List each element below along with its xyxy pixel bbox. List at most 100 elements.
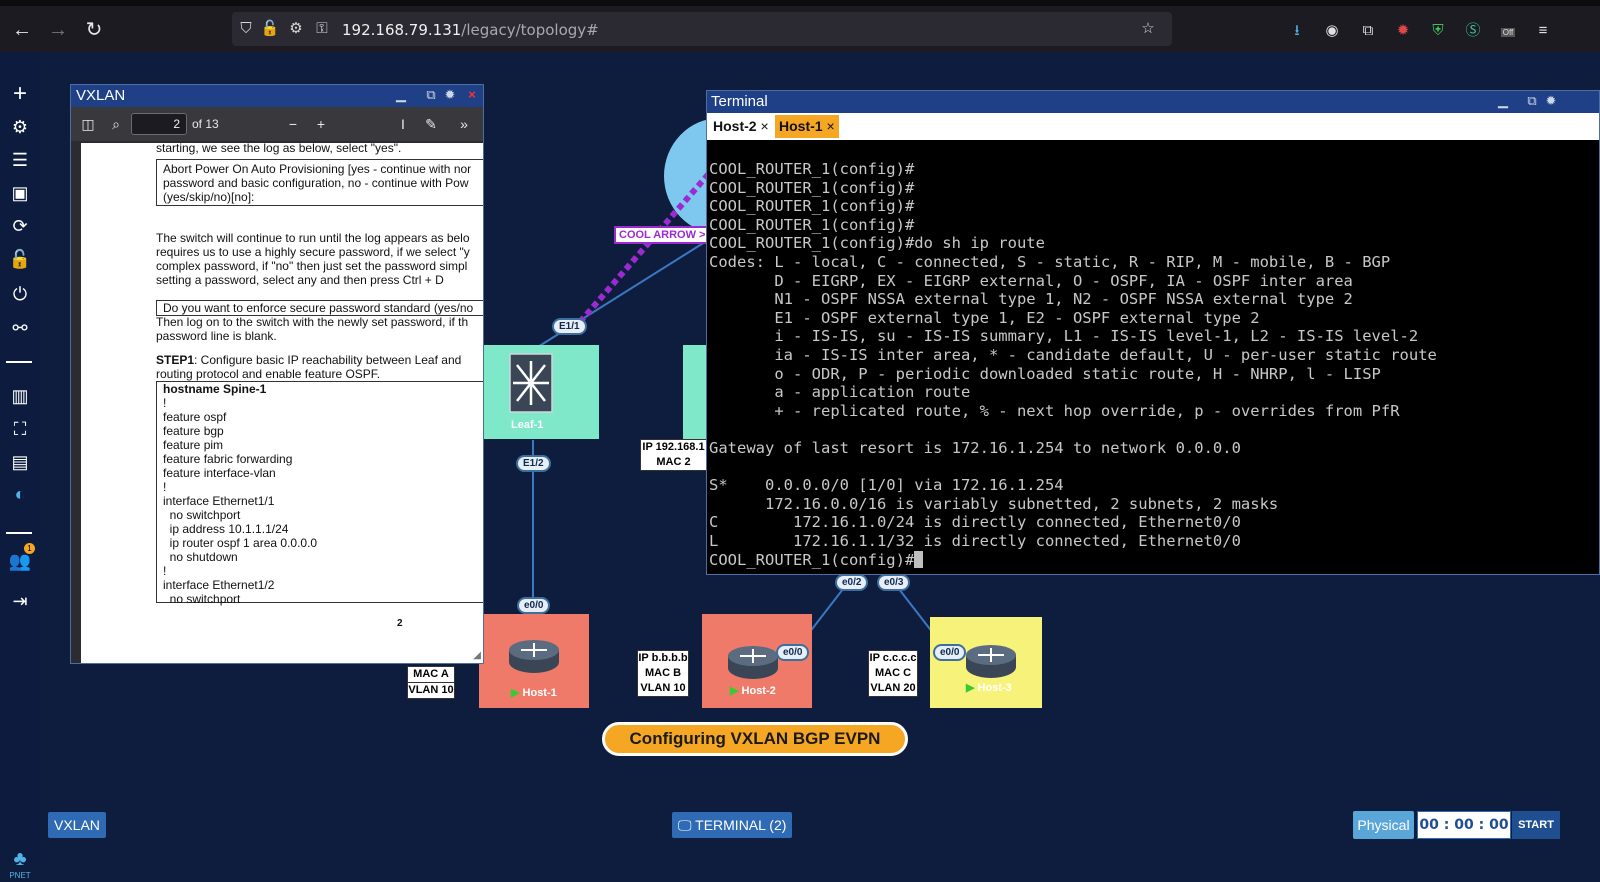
sidebar-divider [6,361,32,363]
pdf-text: password and basic configuration, no - c… [163,176,469,190]
restore-icon[interactable]: ⧉ [423,87,439,103]
text-cursor-icon[interactable]: I [394,115,412,133]
map-icon[interactable]: ⛶ [6,415,34,443]
start-button[interactable]: START [1512,811,1560,839]
leaf2-node-partial[interactable] [683,345,707,439]
iface-r-e03[interactable]: e0/3 [877,574,911,591]
host1-node[interactable]: ▶ Host-1 [479,614,589,708]
leaf1-node[interactable]: Leaf-1 [483,345,599,439]
terminal-line: Codes: L - local, C - connected, S - sta… [709,253,1391,271]
pnet-tree-icon: ♣ [13,848,27,870]
more-tools-icon[interactable]: » [455,115,473,133]
users-badge: 1 [24,543,35,554]
tab-host-1[interactable]: Host-1 × [775,115,839,138]
extension-eye-icon[interactable]: ◉ [1322,21,1342,41]
taskbar-terminal-label: TERMINAL (2) [695,817,787,833]
list-icon[interactable]: ☰ [6,146,34,174]
extension-red-icon[interactable]: ✹ [1393,21,1413,41]
cool-arrow-label[interactable]: COOL ARROW > [614,226,711,244]
tag-mac-c: MAC C [874,667,912,679]
gears-icon[interactable]: ⚙ [6,113,34,141]
bookmark-star-icon[interactable]: ☆ [1138,19,1158,39]
unlink-icon[interactable]: ⚯ [6,314,34,342]
extension-s-icon[interactable]: Ⓢ [1463,21,1483,41]
extension-shield-icon[interactable]: ⛨ [1428,21,1448,41]
terminal-line: + - replicated route, % - next hop overr… [709,401,1400,420]
terminal-window[interactable]: Terminal ▁ ⧉ ✹ Host-2 × Host-1 × COOL_RO… [706,90,1600,575]
unlock-icon[interactable]: 🔓 [6,245,34,273]
settings-icon[interactable]: ✹ [1543,93,1559,109]
tab-close-icon[interactable]: × [760,118,768,134]
image-icon[interactable]: ▣ [6,179,34,207]
physical-button[interactable]: Physical [1353,811,1414,839]
terminal-line: i - IS-IS, su - IS-IS summary, L1 - IS-I… [709,327,1419,346]
pdf-toolbar: ◫ ⌕ 2 of 13 − + I ✎ » [71,107,483,141]
restore-icon[interactable]: ⧉ [1524,93,1540,109]
url-text[interactable]: 192.168.79.131/legacy/topology# [342,21,599,39]
draw-icon[interactable]: ✎ [422,115,440,133]
host2-node[interactable]: ▶ Host-2 [702,614,812,708]
vxlan-window[interactable]: VXLAN ▁ ⧉ ✹ × ◫ ⌕ 2 of 13 − + I ✎ » star… [70,84,484,664]
back-icon[interactable]: ← [8,16,36,44]
extension-off-icon[interactable]: Off [1498,21,1518,41]
iface-host3-e00[interactable]: e0/0 [933,644,967,661]
refresh-icon[interactable]: ⟳ [6,212,34,240]
tab-close-icon[interactable]: × [826,118,834,134]
host3-node[interactable]: ▶ Host-3 [930,617,1042,708]
taskbar-vxlan-button[interactable]: VXLAN [48,812,106,838]
plus-icon[interactable]: + [6,80,34,108]
iface-host2-e00[interactable]: e0/0 [776,644,810,661]
tag-mac-b: MAC B [644,667,682,679]
page-number-input[interactable]: 2 [131,113,187,135]
puzzle-icon[interactable]: ⧉ [1358,21,1378,41]
pdf-page[interactable]: starting, we see the log as below, selec… [81,143,483,663]
menu-icon[interactable]: ≡ [1533,21,1553,41]
pdf-prompt-box: Do you want to enforce secure password s… [156,300,483,316]
download-icon[interactable]: ⭳ [1287,21,1307,41]
close-icon[interactable]: × [464,87,480,103]
terminal-titlebar[interactable]: Terminal ▁ ⧉ ✹ [707,91,1599,113]
users-icon[interactable]: 👥 1 [6,543,35,575]
tab-host-2[interactable]: Host-2 × [709,115,773,138]
pdf-step1: STEP1: Configure basic IP reachability b… [156,353,461,367]
lock-warning-icon[interactable]: 🔓 [260,19,280,39]
topology-title-banner[interactable]: Configuring VXLAN BGP EVPN [602,722,908,756]
zoom-in-icon[interactable]: + [312,115,330,133]
shield-icon[interactable]: ⛉ [236,19,256,39]
search-icon[interactable]: ⌕ [107,115,125,133]
resize-grip-icon[interactable]: ◢ [473,650,481,661]
iface-leaf-e12[interactable]: E1/2 [516,455,551,472]
iface-r-e02[interactable]: e0/2 [835,574,869,591]
zoom-out-icon[interactable]: − [284,115,302,133]
forward-icon[interactable]: → [44,16,72,44]
book-icon[interactable]: ▤ [6,448,34,476]
key-icon[interactable]: ⚿ [312,19,332,39]
terminal-line: C 172.16.1.0/24 is directly connected, E… [709,513,1241,532]
terminal-tabs: Host-2 × Host-1 × [707,113,1599,140]
iface-leaf-e11[interactable]: E1/1 [552,318,587,335]
sidebar: + ⚙ ☰ ▣ ⟳ 🔓 ⏻ ⚯ ▥ ⛶ ▤ ◐ 👥 1 ⇥ ♣ PNET [0,52,40,880]
minimize-icon[interactable]: ▁ [393,87,409,103]
code-line: feature interface-vlan [163,466,276,480]
terminal-prompt-line[interactable]: COOL_ROUTER_1(config)# [709,550,924,570]
vxlan-titlebar[interactable]: VXLAN ▁ ⧉ ✹ × [71,85,483,107]
leaf1-label: Leaf-1 [511,419,544,431]
router-icon [509,640,559,673]
settings-icon[interactable]: ✹ [442,87,458,103]
terminal-output[interactable]: COOL_ROUTER_1(config)# COOL_ROUTER_1(con… [707,140,1599,574]
toggle-icon[interactable]: ◐ [6,480,34,508]
iface-host1-e00[interactable]: e0/0 [517,597,551,614]
code-line: interface Ethernet1/1 [163,494,275,508]
power-icon[interactable]: ⏻ [6,280,34,308]
url-bar[interactable]: ⛉ 🔓 ⚙ ⚿ 192.168.79.131/legacy/topology# … [232,12,1172,46]
permissions-icon[interactable]: ⚙ [286,19,306,39]
terminal-line: ia - IS-IS inter area, * - candidate def… [709,346,1437,364]
signout-icon[interactable]: ⇥ [6,587,34,615]
sidebar-toggle-icon[interactable]: ◫ [79,115,97,133]
reload-icon[interactable]: ↻ [80,16,108,44]
minimize-icon[interactable]: ▁ [1495,93,1511,109]
cool-arrow-line[interactable] [577,168,715,324]
terminal-window-title: Terminal [711,93,768,110]
chart-icon[interactable]: ▥ [6,382,34,410]
taskbar-terminal-button[interactable]: 🖵 TERMINAL (2) [672,812,793,838]
